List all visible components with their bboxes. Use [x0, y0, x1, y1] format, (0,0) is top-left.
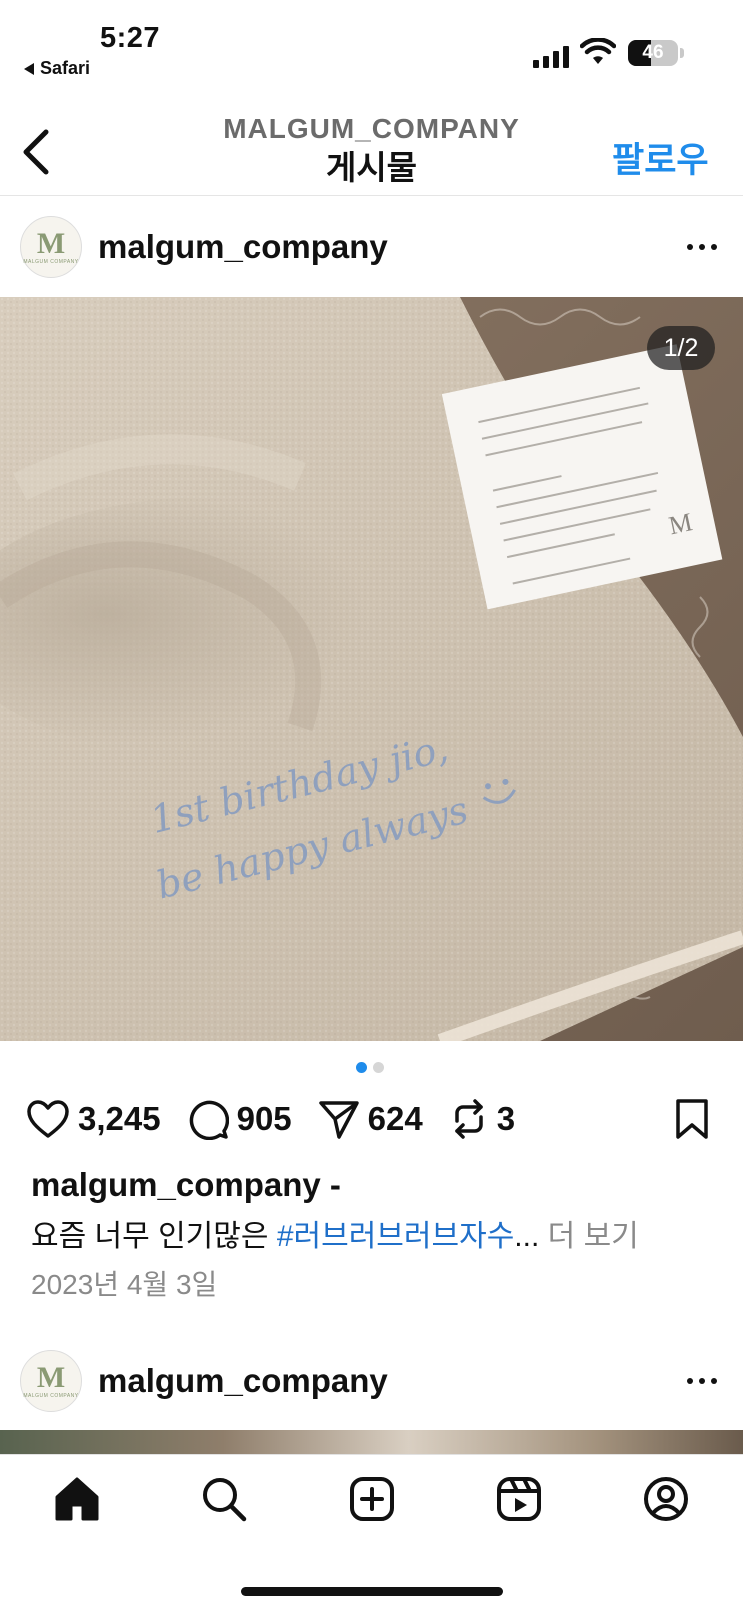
next-post-avatar[interactable]: M MALGUM COMPANY	[20, 1350, 82, 1412]
status-time: 5:27	[100, 22, 161, 54]
caption-hashtag[interactable]: #러브러브러브자수	[277, 1220, 514, 1253]
caption-text: 요즘 너무 인기많은 #러브러브러브자수... 더 보기	[31, 1211, 639, 1255]
heart-icon	[27, 1100, 69, 1138]
share-count: 624	[367, 1100, 423, 1137]
avatar-brand-text: MALGUM COMPANY	[23, 259, 79, 265]
repost-count: 3	[496, 1100, 516, 1137]
battery-icon: 46	[628, 40, 678, 66]
home-indicator	[241, 1587, 503, 1596]
see-more-link[interactable]: 더 보기	[539, 1220, 639, 1253]
back-to-app-link[interactable]: Safari	[24, 58, 90, 79]
repost-icon	[454, 1099, 483, 1139]
cellular-signal-icon	[533, 44, 569, 68]
follow-button[interactable]: 팔로우	[612, 132, 709, 183]
post-image[interactable]: M 1st birthday jio, be happy always	[0, 297, 743, 1041]
share-button[interactable]: 624	[318, 1098, 423, 1140]
profile-icon[interactable]	[642, 1475, 690, 1523]
repost-button[interactable]: 3	[449, 1097, 515, 1141]
image-counter-badge: 1/2	[647, 326, 715, 370]
avatar[interactable]: M MALGUM COMPANY	[20, 216, 82, 278]
search-icon[interactable]	[200, 1475, 248, 1523]
battery-level: 46	[642, 42, 664, 63]
carousel-dot-active	[356, 1062, 367, 1073]
caption-ellipsis: ...	[514, 1220, 540, 1253]
caption-username[interactable]: malgum_company -	[31, 1166, 341, 1204]
avatar-letter: M	[36, 227, 66, 260]
home-icon[interactable]	[53, 1475, 101, 1523]
create-icon[interactable]	[348, 1475, 396, 1523]
post-username[interactable]: malgum_company	[98, 228, 388, 266]
battery-cap	[680, 48, 684, 58]
comment-icon	[189, 1100, 229, 1140]
action-bar: 3,245 905 624 3	[26, 1094, 541, 1144]
next-post-image-peek	[0, 1430, 743, 1456]
wifi-icon	[580, 38, 616, 64]
reels-icon[interactable]	[495, 1475, 543, 1523]
next-avatar-letter: M	[36, 1361, 66, 1394]
back-app-label: Safari	[40, 58, 91, 78]
caption-body: 요즘 너무 인기많은	[31, 1220, 277, 1253]
send-icon	[318, 1101, 359, 1139]
next-post-username[interactable]: malgum_company	[98, 1362, 388, 1400]
comment-button[interactable]: 905	[187, 1098, 292, 1140]
carousel-dot	[373, 1062, 384, 1073]
carousel-indicator	[356, 1062, 384, 1073]
back-triangle-icon	[24, 62, 34, 75]
comment-count: 905	[236, 1100, 292, 1137]
post-date: 2023년 4월 3일	[31, 1269, 218, 1300]
more-options-icon[interactable]	[681, 238, 723, 256]
like-count: 3,245	[78, 1100, 161, 1137]
next-avatar-brand-text: MALGUM COMPANY	[23, 1393, 79, 1399]
like-button[interactable]: 3,245	[26, 1099, 161, 1139]
bookmark-icon[interactable]	[674, 1098, 710, 1140]
header-divider	[0, 195, 743, 196]
next-more-options-icon[interactable]	[681, 1372, 723, 1390]
